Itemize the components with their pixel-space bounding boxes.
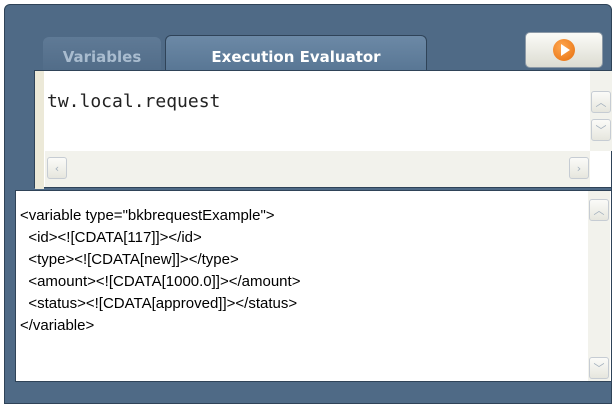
chevron-left-icon: ‹ [54,161,60,175]
run-button[interactable] [525,32,603,68]
chevron-down-icon: ﹀ [595,124,607,137]
scroll-left-button[interactable]: ‹ [47,157,67,179]
xml-line: <status><![CDATA[approved]]></status> [20,295,298,312]
chevron-right-icon: › [576,161,582,175]
scroll-up-button[interactable]: ︿ [591,91,611,113]
scroll-down-button[interactable]: ﹀ [589,357,609,379]
chevron-up-icon: ︿ [593,204,605,217]
xml-line: </variable> [20,317,95,334]
editor-horizontal-scrollbar[interactable]: ‹ › [45,151,590,187]
result-output: <variable type="bkbrequestExample"> <id>… [15,190,612,382]
scroll-down-button[interactable]: ﹀ [591,119,611,141]
editor-gutter [35,71,44,189]
expression-input[interactable]: tw.local.request [47,91,220,112]
scroll-up-button[interactable]: ︿ [589,199,609,221]
scroll-right-button[interactable]: › [569,157,589,179]
xml-line: <id><![CDATA[117]]></id> [20,229,202,246]
xml-line: <amount><![CDATA[1000.0]]></amount> [20,273,301,290]
xml-result: <variable type="bkbrequestExample"> <id>… [20,205,300,337]
output-vertical-scrollbar[interactable]: ︿ ﹀ [588,191,610,381]
expression-editor[interactable]: tw.local.request ︿ ﹀ ‹ › [34,70,612,189]
play-icon [553,39,575,61]
xml-line: <variable type="bkbrequestExample"> [20,207,275,224]
xml-line: <type><![CDATA[new]]></type> [20,251,239,268]
chevron-down-icon: ﹀ [593,362,605,375]
chevron-up-icon: ︿ [595,96,607,109]
editor-vertical-scrollbar[interactable]: ︿ ﹀ [590,71,612,151]
